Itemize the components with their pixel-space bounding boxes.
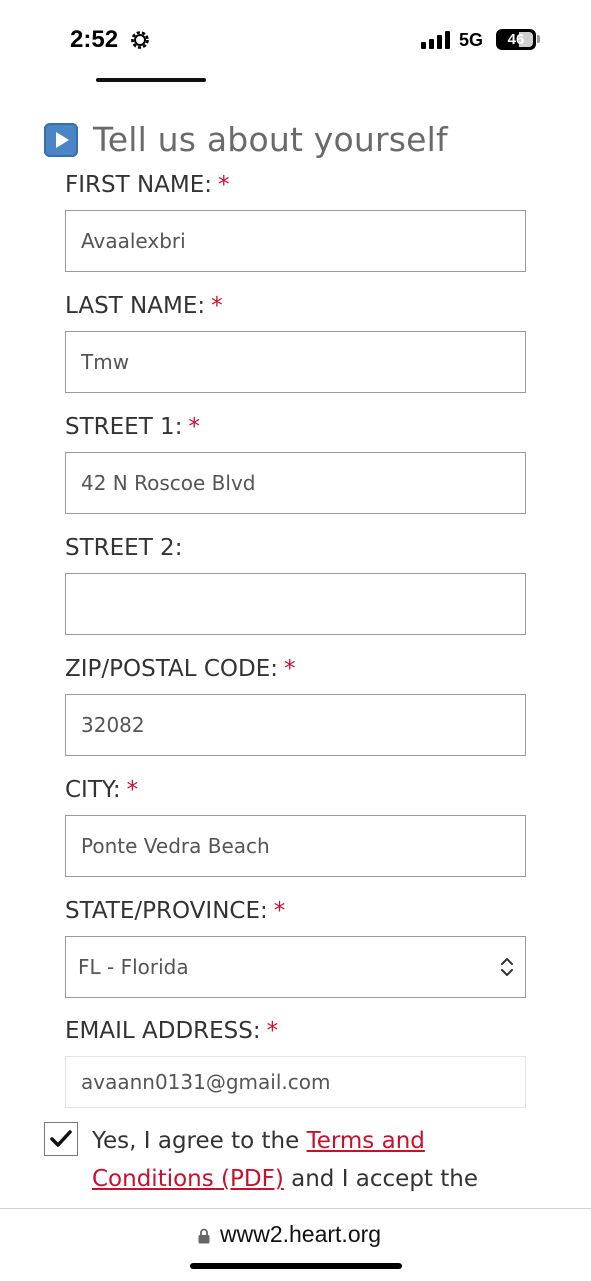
state-label: STATE/PROVINCE: * [65, 898, 286, 924]
street1-field: STREET 1: * 42 N Roscoe Blvd [65, 412, 526, 514]
email-input[interactable]: avaann0131@gmail.com [65, 1056, 526, 1108]
first-name-input[interactable]: Avaalexbri [65, 210, 526, 272]
status-time: 2:52 [70, 26, 119, 53]
terms-checkbox[interactable] [44, 1122, 78, 1156]
gear-icon [131, 31, 149, 49]
terms-text: Yes, I agree to the Terms and Conditions… [92, 1128, 479, 1192]
city-input[interactable]: Ponte Vedra Beach [65, 815, 526, 877]
required-marker: * [266, 1018, 279, 1044]
last-name-value: Tmw [81, 350, 130, 374]
status-bar: 2:52 5G 46 [0, 0, 591, 80]
chevron-updown-icon [501, 958, 513, 976]
state-select[interactable]: FL - Florida [65, 936, 526, 998]
street1-label: STREET 1: * [65, 414, 200, 440]
last-name-input[interactable]: Tmw [65, 331, 526, 393]
city-field: CITY: * Ponte Vedra Beach [65, 775, 526, 877]
email-field: EMAIL ADDRESS: * avaann0131@gmail.com [65, 1016, 526, 1108]
required-marker: * [218, 172, 230, 198]
play-icon [44, 122, 78, 157]
city-value: Ponte Vedra Beach [81, 834, 270, 858]
home-indicator[interactable] [190, 1263, 402, 1269]
street1-input[interactable]: 42 N Roscoe Blvd [65, 452, 526, 514]
city-label: CITY: * [65, 777, 139, 803]
url-text[interactable]: www2.heart.org [220, 1221, 381, 1248]
zip-field: ZIP/POSTAL CODE: * 32082 [65, 654, 526, 756]
zip-value: 32082 [81, 713, 145, 737]
zip-input[interactable]: 32082 [65, 694, 526, 756]
last-name-label: LAST NAME: * [65, 293, 223, 319]
page-title: Tell us about yourself [93, 120, 448, 159]
battery-icon: 46 [496, 29, 536, 50]
state-field: STATE/PROVINCE: * FL - Florida [65, 896, 526, 998]
network-type: 5G [459, 30, 484, 50]
scroll-edge [96, 78, 206, 82]
lock-icon [198, 1228, 210, 1244]
battery-nub [537, 35, 540, 43]
first-name-value: Avaalexbri [81, 229, 186, 253]
battery-level: 46 [507, 31, 525, 48]
required-marker: * [211, 293, 223, 319]
street2-field: STREET 2: [65, 533, 526, 635]
street2-label: STREET 2: [65, 535, 183, 561]
required-marker: * [126, 777, 139, 803]
first-name-field: FIRST NAME: * Avaalexbri [65, 170, 526, 272]
checkmark-icon [50, 1130, 72, 1147]
email-value: avaann0131@gmail.com [81, 1070, 331, 1094]
state-value: FL - Florida [78, 955, 189, 979]
zip-label: ZIP/POSTAL CODE: * [65, 656, 296, 682]
last-name-field: LAST NAME: * Tmw [65, 291, 526, 393]
signal-icon [421, 31, 450, 49]
required-marker: * [188, 414, 200, 440]
street2-input[interactable] [65, 573, 526, 635]
required-marker: * [273, 898, 286, 924]
email-label: EMAIL ADDRESS: * [65, 1018, 279, 1044]
section-heading: Tell us about yourself [44, 120, 448, 159]
required-marker: * [284, 656, 296, 682]
first-name-label: FIRST NAME: * [65, 172, 230, 198]
street1-value: 42 N Roscoe Blvd [81, 471, 256, 495]
